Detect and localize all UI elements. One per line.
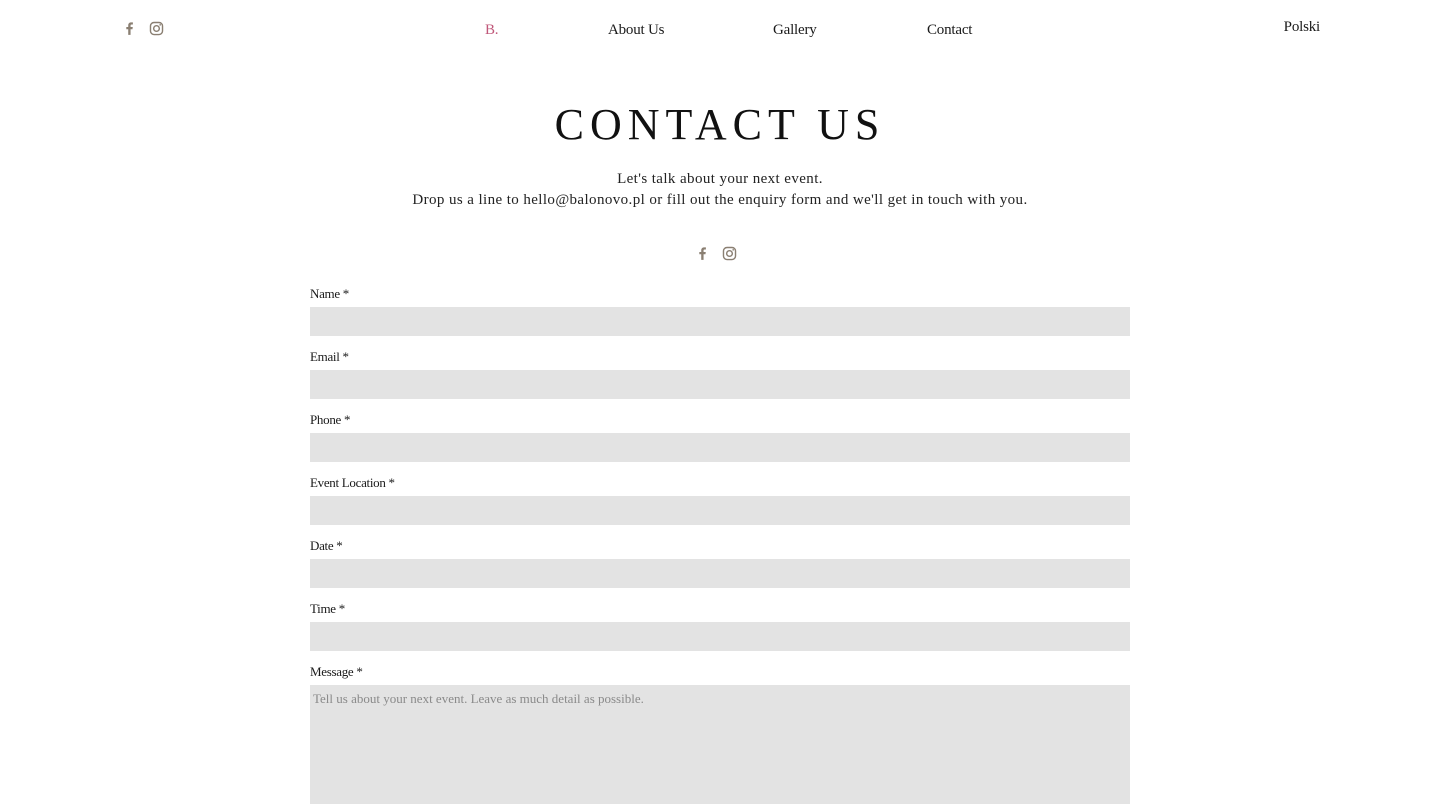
page-title: CONTACT US [554,100,886,149]
name-field[interactable] [310,307,1130,336]
time-label: Time * [310,601,345,616]
nav-gallery-link[interactable]: Gallery [773,22,817,39]
message-label: Message * [310,664,363,679]
main-nav: B. About Us Gallery Contact [0,22,1440,44]
intro-line-1: Let's talk about your next event. [617,171,823,187]
event-location-field[interactable] [310,496,1130,525]
message-field[interactable] [310,685,1130,804]
facebook-icon[interactable] [694,245,711,262]
intro-line-2: Drop us a line to hello@balonovo.pl or f… [412,192,1028,208]
event-location-label: Event Location * [310,475,395,490]
date-label: Date * [310,538,343,553]
site-header: B. About Us Gallery Contact Polski [0,0,1440,64]
name-label: Name * [310,286,349,301]
nav-about-link[interactable]: About Us [608,22,665,39]
contact-form: Name * Email * Phone * Event Location * … [310,286,1130,804]
nav-contact-link[interactable]: Contact [927,22,972,39]
intro-text: Let's talk about your next event. Drop u… [0,169,1440,211]
social-links-main [694,245,738,262]
time-field[interactable] [310,622,1130,651]
phone-field[interactable] [310,433,1130,462]
instagram-icon[interactable] [721,245,738,262]
email-label: Email * [310,349,349,364]
language-switcher[interactable]: Polski [1284,19,1321,36]
nav-home-link[interactable]: B. [485,22,499,39]
phone-label: Phone * [310,412,351,427]
date-field[interactable] [310,559,1130,588]
email-field[interactable] [310,370,1130,399]
